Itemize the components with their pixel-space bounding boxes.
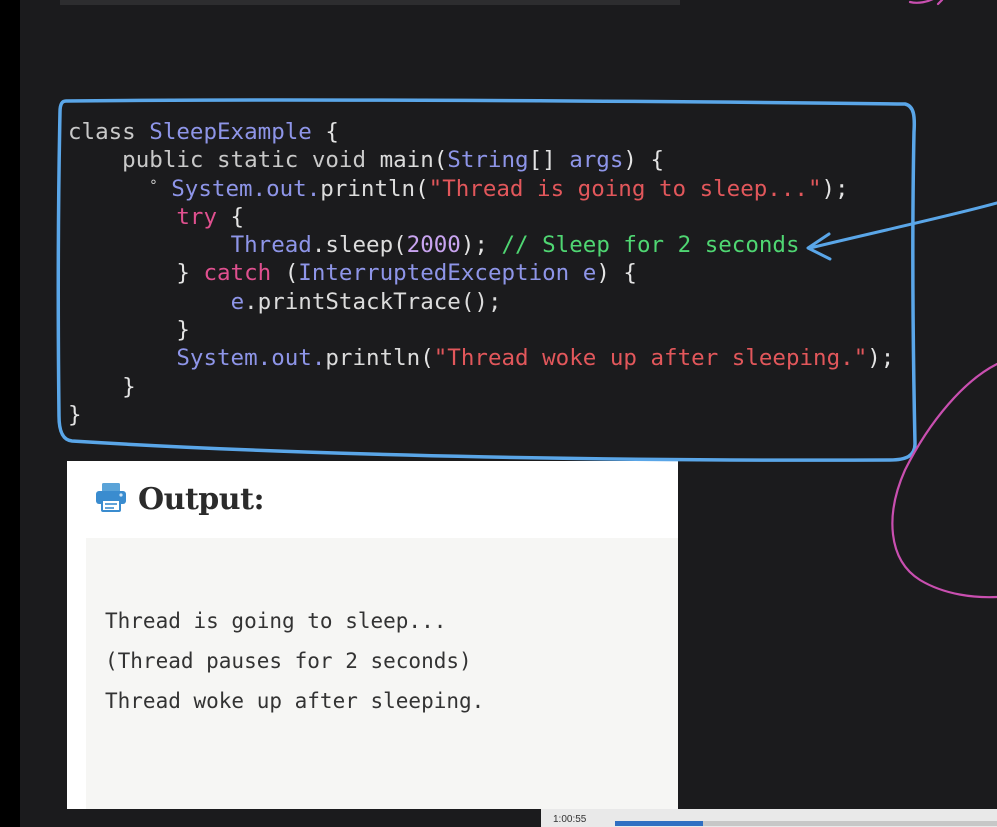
code-token: .out. bbox=[257, 345, 326, 372]
code-token: } bbox=[68, 260, 204, 287]
code-token: } bbox=[68, 401, 82, 428]
code-token: .printStackTrace(); bbox=[244, 288, 502, 315]
code-token: .sleep( bbox=[311, 232, 407, 259]
code-token: public static void bbox=[68, 147, 380, 174]
code-line: public static void main(String[] args) { bbox=[68, 146, 894, 174]
code-line: } catch (InterruptedException e) { bbox=[68, 259, 894, 287]
code-line: e.printStackTrace(); bbox=[68, 288, 894, 316]
code-token: args bbox=[569, 147, 624, 174]
printer-icon bbox=[94, 481, 128, 517]
code-token: println bbox=[320, 175, 416, 202]
output-header: Output: bbox=[94, 479, 265, 519]
video-player-bar[interactable]: 1:00:55 bbox=[541, 809, 997, 827]
code-token: ( bbox=[271, 260, 299, 287]
code-block: class SleepExample { public static void … bbox=[68, 118, 894, 429]
output-lines: Thread is going to sleep... (Thread paus… bbox=[105, 601, 484, 721]
code-line: class SleepExample { bbox=[68, 118, 894, 146]
code-line: System.out.println("Thread woke up after… bbox=[68, 344, 894, 372]
annotation-pink-curve bbox=[891, 362, 997, 599]
code-token: e bbox=[582, 260, 597, 287]
code-token: ); bbox=[460, 232, 502, 259]
code-token: System bbox=[176, 345, 258, 372]
code-token: String bbox=[447, 147, 529, 174]
code-token: InterruptedException bbox=[298, 260, 570, 287]
output-line: Thread is going to sleep... bbox=[105, 609, 447, 633]
code-token: try bbox=[176, 203, 218, 230]
code-line: } bbox=[68, 373, 894, 401]
code-token: Thread bbox=[230, 232, 312, 259]
top-edge-strip bbox=[60, 0, 680, 5]
code-token: SleepExample bbox=[149, 119, 312, 145]
code-token: ( bbox=[415, 175, 429, 202]
code-token: class bbox=[68, 119, 150, 145]
output-title: Output: bbox=[138, 481, 265, 517]
code-token: ) { bbox=[623, 147, 665, 174]
code-line: } bbox=[68, 401, 894, 429]
code-token: [] bbox=[528, 147, 570, 174]
code-token: ( bbox=[420, 345, 434, 372]
output-line: (Thread pauses for 2 seconds) bbox=[105, 649, 472, 673]
code-token: ) { bbox=[596, 260, 637, 287]
code-line: ° System.out.println("Thread is going to… bbox=[68, 175, 894, 203]
code-token: } bbox=[68, 373, 136, 400]
progress-track[interactable] bbox=[615, 821, 997, 826]
left-edge-border bbox=[0, 0, 20, 827]
code-token: ); bbox=[821, 175, 849, 202]
code-token: .out. bbox=[252, 175, 321, 202]
code-token: main bbox=[379, 147, 434, 174]
progress-fill bbox=[615, 821, 703, 826]
code-token: e bbox=[230, 288, 245, 315]
code-token: 2000 bbox=[406, 232, 461, 259]
playback-timestamp: 1:00:55 bbox=[553, 814, 587, 825]
code-token: System bbox=[171, 175, 253, 202]
output-card: Output: Thread is going to sleep... (Thr… bbox=[67, 461, 678, 809]
code-token: "Thread is going to sleep..." bbox=[428, 175, 822, 202]
code-token: "Thread woke up after sleeping." bbox=[433, 345, 868, 372]
code-token: ( bbox=[433, 147, 448, 174]
bullet-marker: ° bbox=[149, 177, 158, 194]
code-token: { bbox=[217, 203, 245, 230]
code-token: println bbox=[325, 345, 421, 372]
code-token: catch bbox=[203, 260, 272, 287]
output-line: Thread woke up after sleeping. bbox=[105, 689, 485, 713]
code-token: // Sleep for 2 seconds bbox=[501, 232, 800, 259]
code-line: } bbox=[68, 316, 894, 344]
annotation-pink-mark bbox=[908, 0, 944, 6]
code-token: ); bbox=[867, 345, 895, 372]
code-token: } bbox=[68, 317, 190, 344]
code-line: Thread.sleep(2000); // Sleep for 2 secon… bbox=[68, 231, 894, 259]
code-line: try { bbox=[68, 203, 894, 231]
code-token: { bbox=[311, 119, 339, 145]
